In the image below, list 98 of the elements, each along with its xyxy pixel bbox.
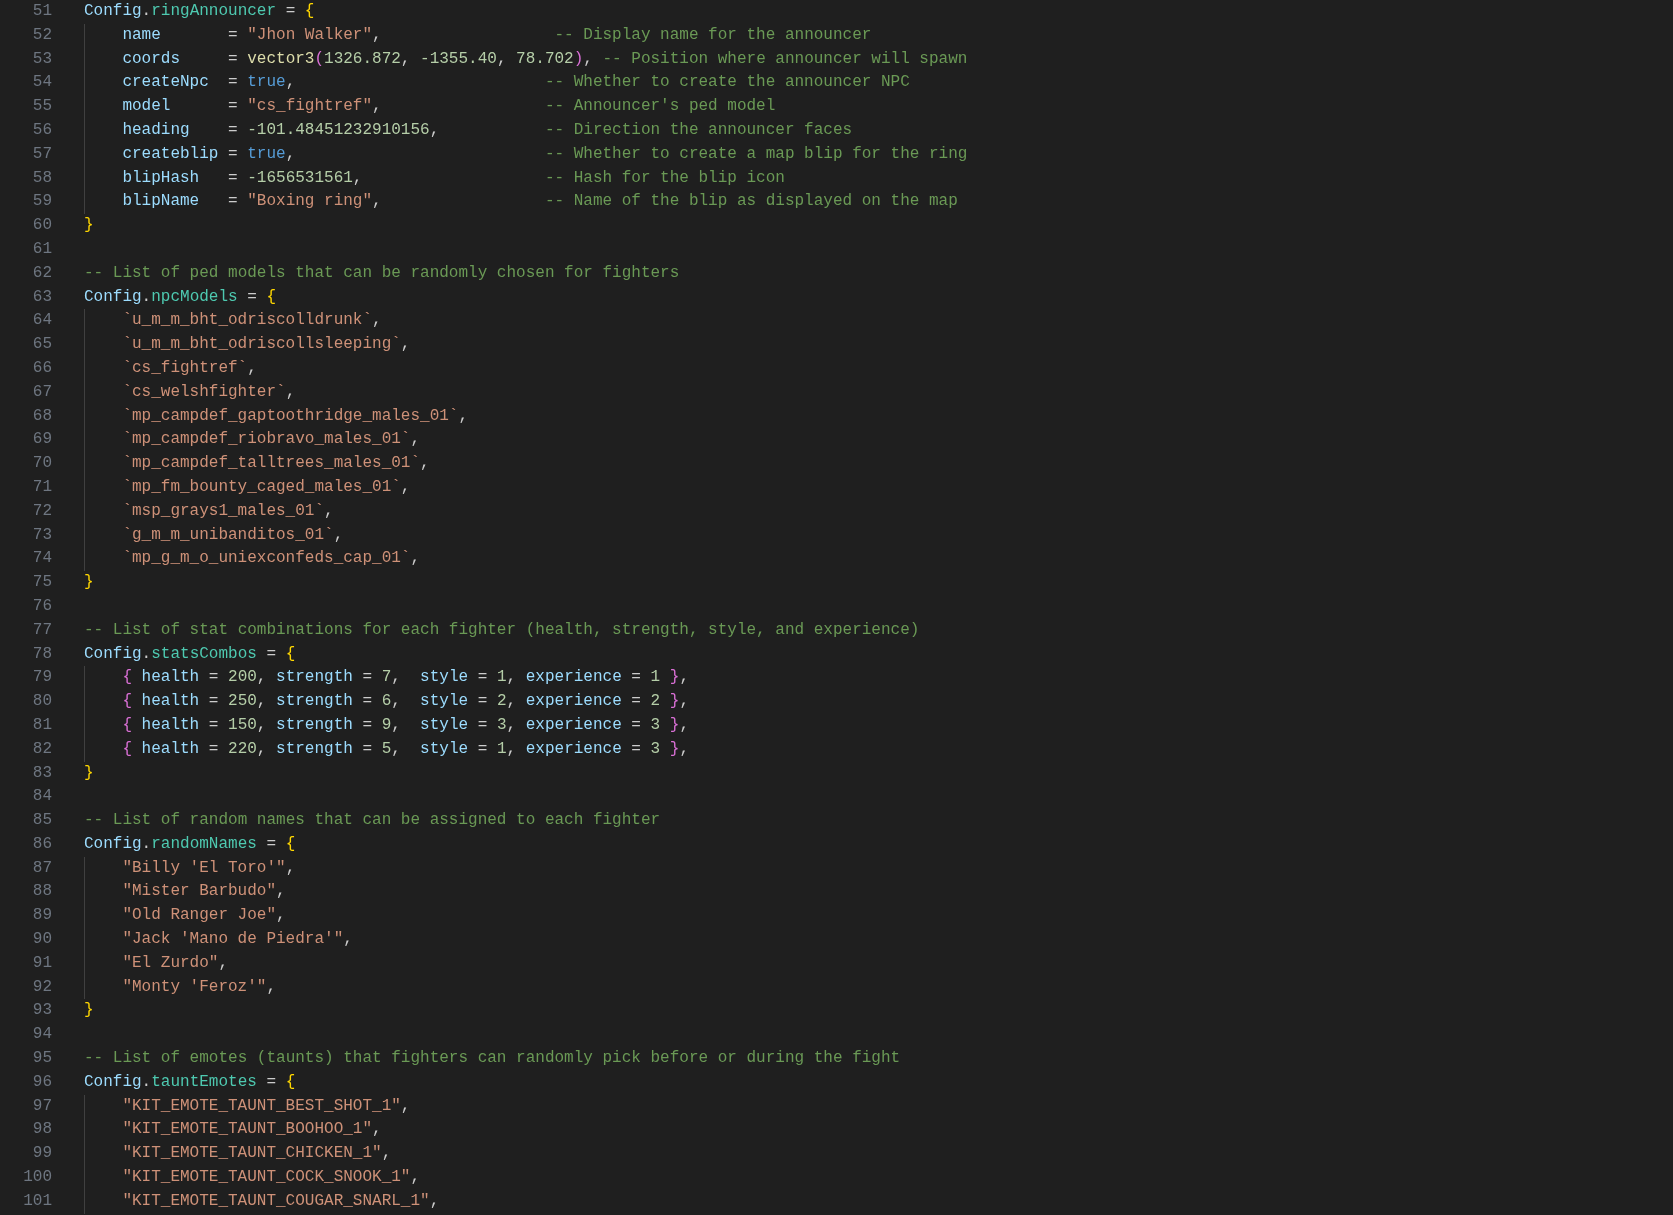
code-line: }: [84, 1000, 94, 1022]
line-number: 68: [31, 405, 52, 427]
code-line: -- List of stat combinations for each fighter (health, strength, style, and experience): [84, 619, 920, 641]
line-number: 98: [31, 1119, 52, 1141]
code-line: Config.statsCombos = {: [84, 643, 296, 665]
line-number: 84: [31, 786, 52, 808]
code-line: { health = 150, strength = 9, style = 3, experience = 3 },: [122, 714, 689, 736]
code-line: model = "cs_fightref", -- Announcer's ped model: [122, 96, 776, 118]
line-number: 77: [31, 619, 52, 641]
line-number: 88: [31, 881, 52, 903]
code-line: createblip = true, -- Whether to create a map blip for the ring: [122, 143, 968, 165]
line-number: 99: [31, 1143, 52, 1165]
line-number: 91: [31, 952, 52, 974]
code-line: `cs_fightref`,: [122, 357, 257, 379]
code-line: blipName = "Boxing ring", -- Name of the blip as displayed on the map: [122, 191, 958, 213]
code-line: createNpc = true, -- Whether to create the announcer NPC: [122, 72, 910, 94]
line-number: 97: [31, 1095, 52, 1117]
code-line: { health = 250, strength = 6, style = 2, experience = 2 },: [122, 691, 689, 713]
code-line: "El Zurdo",: [122, 952, 228, 974]
code-line: `u_m_m_bht_odriscolldrunk`,: [122, 310, 382, 332]
line-number: 56: [31, 120, 52, 141]
code-line: "Billy 'El Toro'",: [122, 857, 296, 879]
code-line: "KIT_EMOTE_TAUNT_BEST_SHOT_1",: [122, 1095, 411, 1117]
code-line: `mp_campdef_talltrees_males_01`,: [122, 453, 430, 475]
code-line: { health = 200, strength = 7, style = 1, experience = 1 },: [122, 667, 689, 689]
code-line: -- List of random names that can be assigned to each fighter: [84, 810, 661, 832]
code-line: "Mister Barbudo",: [122, 881, 286, 903]
code-line: -- List of emotes (taunts) that fighters can randomly pick before or during the fight: [84, 1048, 901, 1070]
line-number: 73: [31, 524, 52, 546]
line-number: 55: [31, 96, 52, 118]
line-number: 95: [31, 1048, 52, 1070]
code-line: -- List of ped models that can be randomly chosen for fighters: [84, 262, 680, 284]
code-line: "KIT_EMOTE_TAUNT_COCK_SNOOK_1",: [122, 1167, 421, 1189]
code-line: coords = vector3(1326.872, -1355.40, 78.702), -- Position where announcer will spawn: [122, 48, 968, 70]
code-line: }: [84, 215, 94, 237]
line-number: 61: [31, 238, 52, 260]
code-line: Config.randomNames = {: [84, 833, 296, 855]
line-number: 75: [31, 572, 52, 594]
code-line: `g_m_m_unibanditos_01`,: [122, 524, 344, 546]
line-number: 82: [31, 738, 52, 760]
code-line: blipHash = -1656531561, -- Hash for the blip icon: [122, 167, 785, 189]
line-number: 86: [31, 833, 52, 855]
line-number: 78: [31, 643, 52, 665]
line-number: 81: [31, 714, 52, 736]
line-number: 85: [31, 810, 52, 832]
line-number: 57: [31, 143, 52, 165]
code-line: `mp_campdef_riobravo_males_01`,: [122, 429, 421, 451]
line-number: 76: [31, 595, 52, 617]
line-number: 63: [31, 286, 52, 308]
line-number: 51: [31, 1, 52, 22]
code-line: { health = 220, strength = 5, style = 1, experience = 3 },: [122, 738, 689, 760]
line-number: 80: [31, 691, 52, 713]
line-number: 52: [31, 24, 52, 46]
line-number: 87: [31, 857, 52, 879]
line-number: 94: [31, 1024, 52, 1046]
line-number: 54: [31, 72, 52, 94]
line-number: 69: [31, 429, 52, 451]
code-line: "Monty 'Feroz'",: [122, 976, 277, 998]
line-number: 79: [31, 667, 52, 689]
code-line: `mp_fm_bounty_caged_males_01`,: [122, 476, 411, 498]
code-line: Config.ringAnnouncer = {: [84, 1, 315, 22]
code-line: `u_m_m_bht_odriscollsleeping`,: [122, 334, 411, 356]
code-line: Config.npcModels = {: [84, 286, 277, 308]
line-number: 66: [31, 357, 52, 379]
code-line: "KIT_EMOTE_TAUNT_BOOHOO_1",: [122, 1119, 382, 1141]
code-line: `msp_grays1_males_01`,: [122, 500, 334, 522]
code-line: "KIT_EMOTE_TAUNT_COUGAR_SNARL_1",: [122, 1190, 440, 1212]
code-line: `cs_welshfighter`,: [122, 381, 296, 403]
line-number: 101: [22, 1190, 52, 1212]
code-line: "Jack 'Mano de Piedra'",: [122, 929, 353, 951]
code-line: "KIT_EMOTE_TAUNT_CHICKEN_1",: [122, 1143, 392, 1165]
code-line: "Old Ranger Joe",: [122, 905, 286, 927]
line-number: 74: [31, 548, 52, 570]
line-number: 72: [31, 500, 52, 522]
line-number: 62: [31, 262, 52, 284]
line-number: 59: [31, 191, 52, 213]
line-number: 100: [22, 1167, 52, 1189]
line-number: 70: [31, 453, 52, 475]
line-number: 89: [31, 905, 52, 927]
line-number: 64: [31, 310, 52, 332]
line-number: 83: [31, 762, 52, 784]
line-number: 93: [31, 1000, 52, 1022]
code-line: heading = -101.48451232910156, -- Direction the announcer faces: [122, 120, 853, 141]
code-line: `mp_campdef_gaptoothridge_males_01`,: [122, 405, 469, 427]
code-line: }: [84, 762, 94, 784]
line-number: 53: [31, 48, 52, 70]
line-number: 67: [31, 381, 52, 403]
code-line: name = "Jhon Walker", -- Display name for the announcer: [122, 24, 872, 46]
line-number: 96: [31, 1071, 52, 1093]
line-number: 90: [31, 929, 52, 951]
line-number: 65: [31, 334, 52, 356]
code-line: `mp_g_m_o_uniexconfeds_cap_01`,: [122, 548, 421, 570]
line-number: 71: [31, 476, 52, 498]
line-number: 92: [31, 976, 52, 998]
line-number: 60: [31, 215, 52, 237]
line-number: 58: [31, 167, 52, 189]
code-line: Config.tauntEmotes = {: [84, 1071, 296, 1093]
code-line: }: [84, 572, 94, 594]
